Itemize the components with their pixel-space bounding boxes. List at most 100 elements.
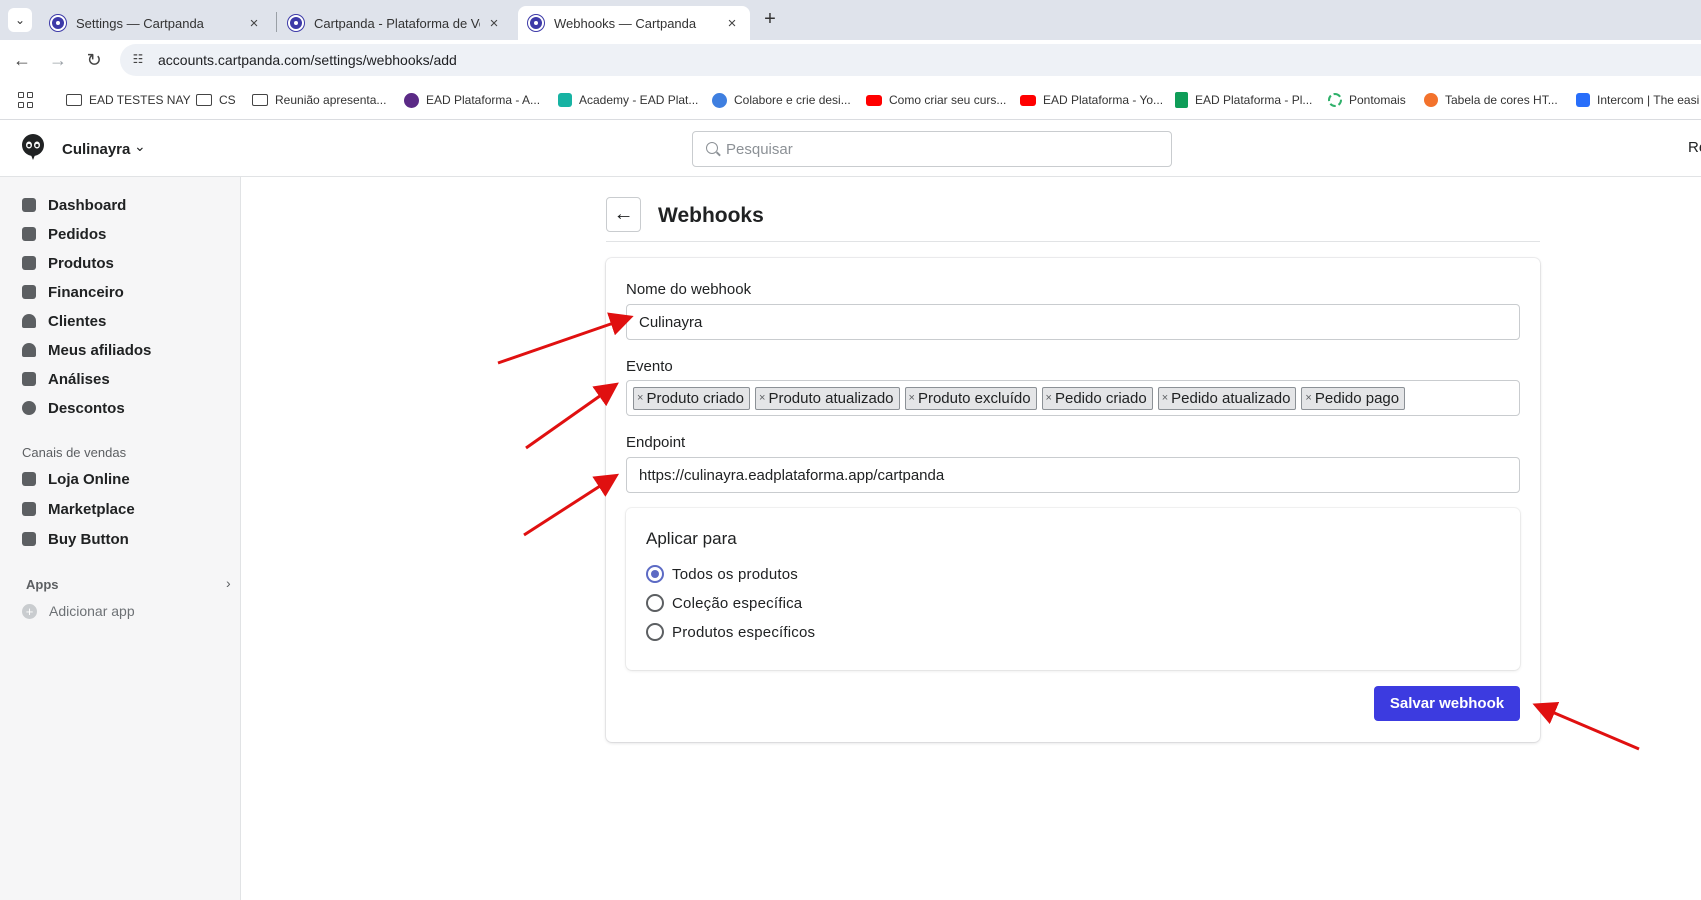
- bookmark-colabore[interactable]: Colabore e crie desi...: [712, 90, 851, 110]
- folder-icon: [252, 94, 268, 106]
- bookmark-ead-testes-nay[interactable]: EAD TESTES NAY: [66, 90, 191, 110]
- close-icon[interactable]: ×: [724, 15, 740, 32]
- ead-icon: [404, 92, 419, 108]
- sidebar-item-buy-button[interactable]: Buy Button: [22, 527, 129, 551]
- tab-separator: [276, 12, 277, 32]
- bookmark-label: Reunião apresenta...: [275, 93, 387, 107]
- remove-tag-icon[interactable]: ×: [1162, 392, 1168, 404]
- close-icon[interactable]: ×: [486, 15, 502, 32]
- bookmark-label: CS: [219, 93, 236, 107]
- reload-icon[interactable]: ↻: [83, 50, 105, 72]
- back-button[interactable]: ←: [606, 197, 641, 232]
- event-label: Evento: [626, 358, 673, 375]
- sidebar-item-marketplace[interactable]: Marketplace: [22, 497, 135, 521]
- apps-heading[interactable]: Apps: [26, 577, 59, 592]
- endpoint-input[interactable]: https://culinayra.eadplataforma.app/cart…: [626, 457, 1520, 493]
- event-tag[interactable]: × Produto atualizado: [755, 386, 900, 410]
- apps-grid-icon[interactable]: [18, 92, 34, 108]
- orange-icon: [1424, 93, 1438, 107]
- bookmark-como-criar[interactable]: Como criar seu curs...: [866, 90, 1006, 110]
- bookmark-label: Colabore e crie desi...: [734, 93, 851, 107]
- remove-tag-icon[interactable]: ×: [759, 392, 765, 404]
- forward-arrow-icon[interactable]: →: [47, 50, 69, 72]
- sidebar-item-pedidos[interactable]: Pedidos: [22, 222, 106, 246]
- sidebar-item-analises[interactable]: Análises: [22, 367, 110, 391]
- bookmark-label: EAD Plataforma - A...: [426, 93, 541, 107]
- tab-title: Webhooks — Cartpanda: [554, 15, 697, 31]
- sidebar-item-meus-afiliados[interactable]: Meus afiliados: [22, 338, 151, 362]
- customers-icon: [22, 314, 36, 328]
- radio-label: Coleção específica: [672, 594, 803, 612]
- radio-checked-icon[interactable]: [646, 565, 664, 583]
- webhook-name-input[interactable]: Culinayra: [626, 304, 1520, 340]
- finance-icon: [22, 285, 36, 299]
- arrow-to-endpoint-field: [523, 473, 620, 537]
- folder-icon: [196, 94, 212, 106]
- event-tag-label: Produto criado: [646, 389, 744, 407]
- tab-title: Cartpanda - Plataforma de Vendas: [314, 15, 480, 31]
- cartpanda-favicon-icon: [288, 15, 304, 31]
- event-tag[interactable]: × Produto criado: [633, 386, 750, 410]
- remove-tag-icon[interactable]: ×: [637, 392, 643, 404]
- endpoint-label: Endpoint: [626, 434, 686, 451]
- bookmark-label: Intercom | The easi: [1597, 93, 1700, 107]
- bookmark-ead-plataforma-a[interactable]: EAD Plataforma - A...: [404, 90, 540, 110]
- chevron-right-icon[interactable]: ›: [226, 575, 231, 591]
- sidebar-item-descontos[interactable]: Descontos: [22, 396, 125, 420]
- radio-specific-products[interactable]: Produtos específicos: [646, 621, 815, 643]
- bookmark-intercom[interactable]: Intercom | The easi: [1576, 90, 1699, 110]
- folder-icon: [66, 94, 82, 106]
- bookmark-academy[interactable]: Academy - EAD Plat...: [558, 90, 698, 110]
- store-name[interactable]: Culinayra: [62, 141, 130, 158]
- radio-unchecked-icon[interactable]: [646, 594, 664, 612]
- bookmark-reuniao[interactable]: Reunião apresenta...: [252, 90, 386, 110]
- close-icon[interactable]: ×: [246, 15, 262, 32]
- sidebar-item-label: Marketplace: [48, 500, 135, 518]
- event-tag-label: Pedido criado: [1054, 389, 1147, 407]
- browser-tab-webhooks[interactable]: Webhooks — Cartpanda ×: [518, 6, 750, 40]
- url-omnibox[interactable]: ☷ accounts.cartpanda.com/settings/webhoo…: [120, 44, 1701, 76]
- url-text[interactable]: accounts.cartpanda.com/settings/webhooks…: [158, 52, 457, 68]
- sidebar-item-clientes[interactable]: Clientes: [22, 309, 106, 333]
- tab-list-chevron-icon[interactable]: ⌄: [8, 8, 32, 32]
- radio-specific-collection[interactable]: Coleção específica: [646, 592, 802, 614]
- sidebar-item-produtos[interactable]: Produtos: [22, 251, 114, 275]
- chevron-down-icon[interactable]: ⌄: [134, 138, 146, 155]
- bookmark-pontomais[interactable]: Pontomais: [1328, 90, 1406, 110]
- browser-tab-settings[interactable]: Settings — Cartpanda ×: [40, 6, 272, 40]
- event-tag[interactable]: × Pedido criado: [1041, 386, 1153, 410]
- add-app-link[interactable]: + Adicionar app: [22, 600, 135, 622]
- bookmark-ead-plataforma-yo[interactable]: EAD Plataforma - Yo...: [1020, 90, 1163, 110]
- arrow-left-icon: ←: [613, 203, 634, 225]
- bookmark-ead-plataforma-pl[interactable]: EAD Plataforma - Pl...: [1175, 90, 1312, 110]
- online-store-icon: [22, 472, 36, 486]
- save-webhook-button[interactable]: Salvar webhook: [1374, 686, 1520, 721]
- bookmark-tabela-cores[interactable]: Tabela de cores HT...: [1424, 90, 1558, 110]
- header-user-menu[interactable]: Re: [1688, 139, 1701, 156]
- sidebar-item-loja-online[interactable]: Loja Online: [22, 467, 130, 491]
- bookmark-cs[interactable]: CS: [196, 90, 236, 110]
- sidebar-item-financeiro[interactable]: Financeiro: [22, 280, 124, 304]
- search-input[interactable]: Pesquisar: [692, 131, 1172, 167]
- bookmark-label: EAD TESTES NAY: [89, 93, 191, 107]
- sidebar-item-dashboard[interactable]: Dashboard: [22, 193, 126, 217]
- radio-unchecked-icon[interactable]: [646, 623, 664, 641]
- webhook-form-card: Nome do webhook Culinayra Evento × Produt…: [606, 258, 1540, 742]
- event-tag[interactable]: × Produto excluído: [904, 386, 1037, 410]
- new-tab-plus-icon[interactable]: +: [758, 8, 782, 32]
- back-arrow-icon[interactable]: ←: [11, 50, 33, 72]
- radio-all-products[interactable]: Todos os produtos: [646, 563, 798, 585]
- site-info-icon[interactable]: ☷: [130, 52, 146, 68]
- intercom-icon: [1576, 93, 1590, 107]
- event-multiselect[interactable]: × Produto criado × Produto atualizado × Pro…: [626, 380, 1520, 416]
- sidebar-item-label: Análises: [48, 370, 110, 388]
- event-tag[interactable]: × Pedido atualizado: [1157, 386, 1297, 410]
- remove-tag-icon[interactable]: ×: [909, 392, 915, 404]
- panda-logo-icon[interactable]: [20, 133, 46, 161]
- remove-tag-icon[interactable]: ×: [1305, 392, 1311, 404]
- browser-tab-cartpanda[interactable]: Cartpanda - Plataforma de Vendas ×: [278, 6, 512, 40]
- remove-tag-icon[interactable]: ×: [1046, 392, 1052, 404]
- marketplace-icon: [22, 502, 36, 516]
- sidebar-item-label: Loja Online: [48, 470, 130, 488]
- event-tag[interactable]: × Pedido pago: [1301, 386, 1406, 410]
